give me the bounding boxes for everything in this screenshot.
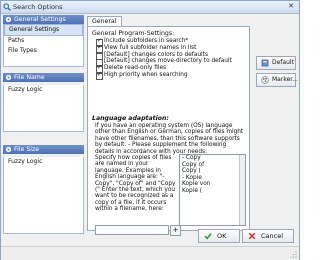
group-file-size: File Size Fuzzy Logic: [3, 145, 84, 234]
default-button[interactable]: Default: [256, 56, 296, 70]
language-instructions-text: Specify how copies of files are named in…: [95, 155, 176, 213]
option-high-priority[interactable]: High priority when searching: [96, 71, 232, 80]
group-body: Fuzzy Logic: [3, 157, 84, 234]
program-settings-options: Include subfolders in search* View full …: [96, 38, 232, 80]
group-body: Fuzzy Logic: [3, 85, 84, 132]
ok-button-label: OK: [217, 232, 227, 240]
nav-item-paths[interactable]: Paths: [4, 36, 83, 46]
settings-navigation: General Settings General Settings Paths …: [3, 15, 84, 234]
add-copy-name-button[interactable]: +: [170, 225, 181, 236]
gear-icon: [5, 146, 12, 153]
program-settings-title: General Program-Settings:: [92, 30, 175, 37]
option-label: View full subfolder names in list: [104, 44, 197, 51]
ok-button[interactable]: OK: [198, 229, 240, 243]
resize-grip-icon[interactable]: [289, 250, 297, 258]
nav-item-general-settings[interactable]: General Settings: [4, 24, 83, 36]
option-delete-read-only[interactable]: Delete read-only files: [96, 65, 232, 74]
default-button-label: Default: [272, 59, 294, 66]
checkmark-icon: [204, 233, 212, 240]
list-scrollbar[interactable]: [239, 155, 245, 225]
default-settings-icon: [261, 59, 269, 67]
title-bar: Search Options ✕: [1, 1, 299, 14]
option-default-colors[interactable]: [Default] changes colors to defaults: [96, 51, 232, 60]
group-header-general-settings[interactable]: General Settings: [3, 15, 84, 24]
group-header-label: File Name: [14, 74, 45, 81]
status-bar: [1, 246, 299, 260]
cancel-button-label: Cancel: [261, 232, 284, 240]
option-label: High priority when searching: [104, 71, 188, 78]
search-app-icon: [3, 3, 11, 11]
option-view-full-subfolder-names[interactable]: View full subfolder names in list: [96, 44, 232, 53]
nav-item-fuzzy-logic-name[interactable]: Fuzzy Logic: [4, 85, 83, 95]
close-button[interactable]: ✕: [286, 2, 296, 11]
window-title: Search Options: [13, 3, 63, 11]
group-header-label: General Settings: [14, 16, 66, 23]
language-adaptation-title: Language adaptation:: [92, 115, 169, 122]
option-include-subfolders[interactable]: Include subfolders in search*: [96, 38, 232, 46]
checkbox[interactable]: [96, 72, 103, 80]
group-header-file-name[interactable]: File Name: [3, 73, 84, 82]
list-item[interactable]: Copy of: [180, 162, 245, 169]
group-header-label: File Size: [14, 146, 40, 153]
nav-item-file-types[interactable]: File Types: [4, 46, 83, 56]
color-palette-icon: [261, 76, 269, 84]
list-item[interactable]: Kopie (: [180, 188, 245, 195]
copy-name-input[interactable]: [95, 225, 169, 235]
option-label: [Default] changes move-directory to defa…: [104, 58, 232, 65]
nav-item-fuzzy-logic-size[interactable]: Fuzzy Logic: [4, 157, 83, 167]
cancel-button[interactable]: Cancel: [242, 229, 294, 243]
gear-icon: [5, 74, 12, 81]
marker-button[interactable]: Marker...: [256, 73, 298, 87]
option-label: [Default] changes colors to defaults: [104, 51, 208, 58]
search-options-window: Search Options ✕ General Settings Genera…: [0, 0, 300, 260]
list-item[interactable]: Copy (: [180, 168, 245, 175]
list-item[interactable]: - Kopie: [180, 175, 245, 182]
marker-button-label: Marker...: [272, 76, 298, 83]
option-label: Include subfolders in search*: [104, 38, 189, 44]
language-intro-text: If you have an operating system (OS) lan…: [95, 123, 244, 155]
list-item[interactable]: Kopie von: [180, 181, 245, 188]
group-body: General Settings Paths File Types: [3, 24, 84, 67]
gear-icon: [5, 16, 12, 23]
cross-icon: [248, 232, 256, 240]
group-header-file-size[interactable]: File Size: [3, 145, 84, 154]
copy-names-list[interactable]: - Copy Copy of Copy ( - Kopie Kopie von …: [179, 154, 246, 226]
group-general-settings: General Settings General Settings Paths …: [3, 15, 84, 67]
option-label: Delete read-only files: [104, 65, 167, 72]
group-file-name: File Name Fuzzy Logic: [3, 73, 84, 132]
general-settings-panel: General Program-Settings: Include subfol…: [87, 26, 250, 236]
list-item[interactable]: - Copy: [180, 155, 245, 162]
option-default-move-directory[interactable]: [Default] changes move-directory to defa…: [96, 58, 232, 67]
